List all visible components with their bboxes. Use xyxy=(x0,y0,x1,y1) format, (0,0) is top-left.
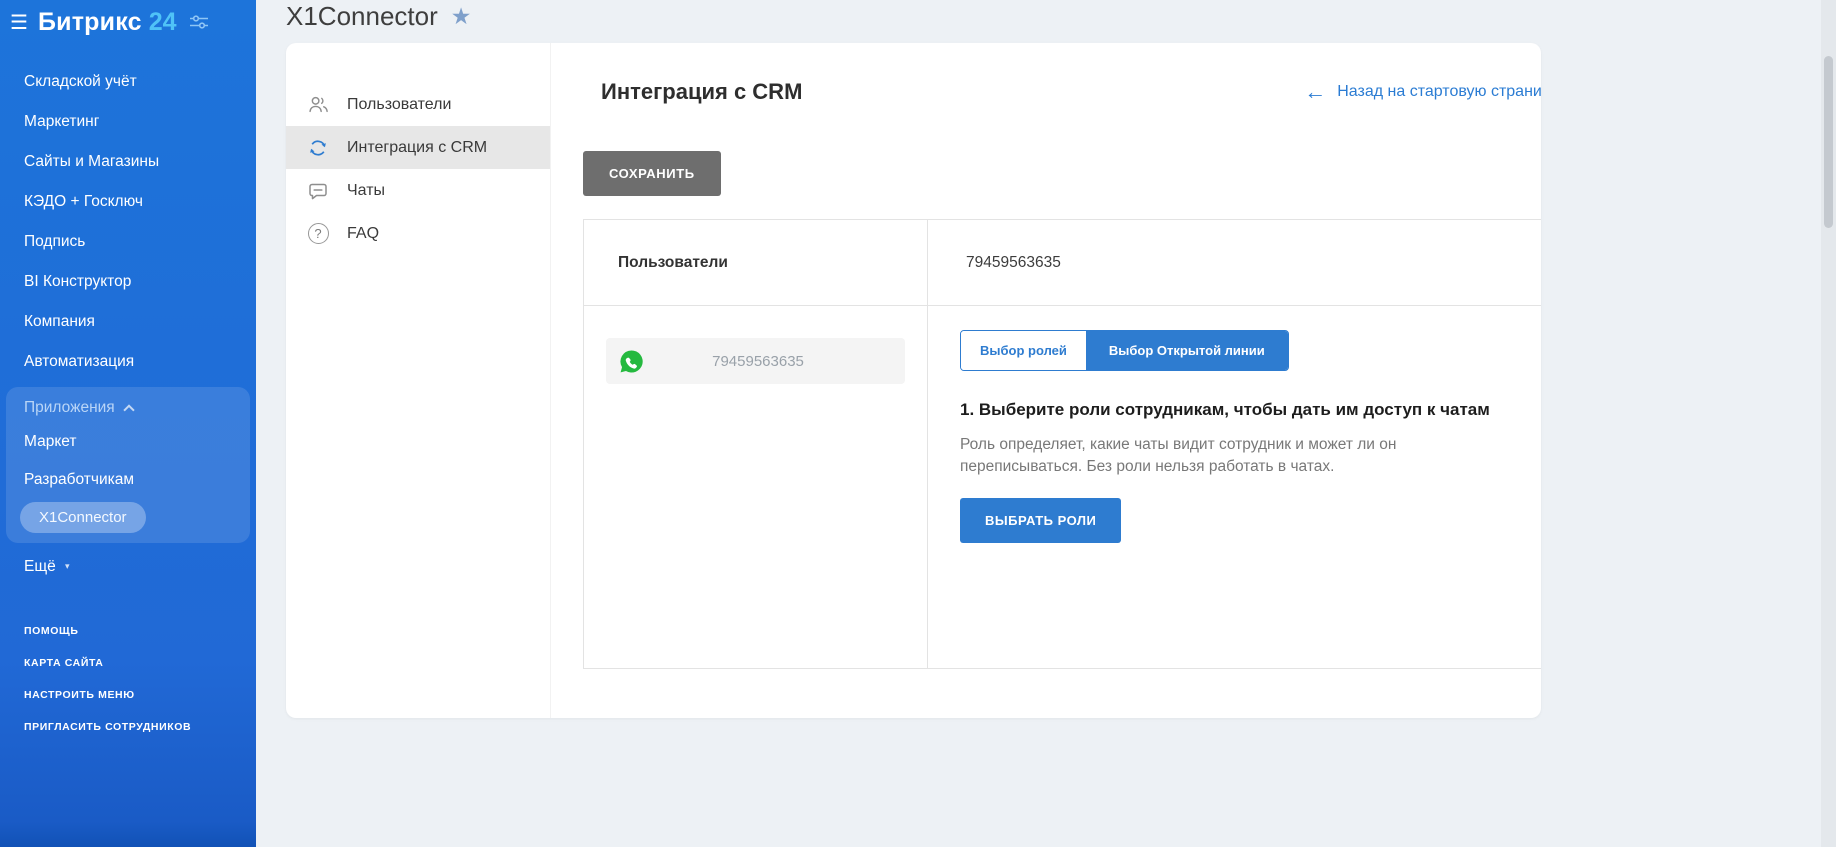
main-area: X1Connector ★ Пользователи xyxy=(256,0,1836,847)
sidebar-item-crm[interactable]: CRM xyxy=(0,47,256,61)
footer-link-invite-employees[interactable]: ПРИГЛАСИТЬ СОТРУДНИКОВ xyxy=(0,711,256,743)
sidebar-item-developers[interactable]: Разработчикам xyxy=(6,461,250,499)
selected-phone-header: 79459563635 xyxy=(928,220,1541,306)
sidebar-item-market[interactable]: Маркет xyxy=(6,423,250,461)
sidebar-item-automation[interactable]: Автоматизация xyxy=(0,341,256,381)
sidebar-item-company[interactable]: Компания xyxy=(0,301,256,341)
favorite-star-icon[interactable]: ★ xyxy=(451,3,472,30)
tab-crm-integration-label: Интеграция с CRM xyxy=(347,139,487,157)
save-button[interactable]: СОХРАНИТЬ xyxy=(583,151,721,196)
sidebar-item-x1connector[interactable]: X1Connector xyxy=(20,502,146,533)
roles-tabs: Выбор ролей Выбор Открытой линии xyxy=(960,330,1289,371)
step-title: 1. Выберите роли сотрудникам, чтобы дать… xyxy=(960,399,1508,422)
back-link-label: Назад на стартовую страницу xyxy=(1337,83,1541,101)
users-list-cell: 79459563635 xyxy=(584,306,928,668)
question-mark-glyph: ? xyxy=(308,223,329,244)
caret-down-icon: ▾ xyxy=(65,561,70,571)
chevron-up-icon xyxy=(123,404,134,415)
sidebar-item-apps[interactable]: Приложения xyxy=(6,389,250,423)
sidebar: ☰ Битрикс 24 CRM Складской учёт Маркетин… xyxy=(0,0,256,847)
sidebar-item-more[interactable]: Ещё ▾ xyxy=(0,545,256,589)
settings-cell: Выбор ролей Выбор Открытой линии 1. Выбе… xyxy=(928,306,1541,668)
sidebar-item-warehouse[interactable]: Складской учёт xyxy=(0,61,256,101)
tab-select-roles[interactable]: Выбор ролей xyxy=(961,331,1086,370)
question-icon: ? xyxy=(306,222,330,246)
apps-group-label: Приложения xyxy=(24,399,115,417)
tab-crm-integration[interactable]: Интеграция с CRM xyxy=(286,126,550,169)
tab-users[interactable]: Пользователи xyxy=(286,83,550,126)
content-header: Интеграция с CRM ← Назад на стартовую ст… xyxy=(583,79,1541,105)
app-inner-nav: Пользователи Интеграция с CRM xyxy=(286,43,551,718)
app-card: Пользователи Интеграция с CRM xyxy=(286,43,1541,718)
hamburger-menu-icon[interactable]: ☰ xyxy=(10,10,38,35)
brand-logo[interactable]: Битрикс xyxy=(38,8,142,37)
users-table: Пользователи 79459563635 79459563635 xyxy=(583,219,1541,669)
footer-link-help[interactable]: ПОМОЩЬ xyxy=(0,615,256,647)
sidebar-footer-links: ПОМОЩЬ КАРТА САЙТА НАСТРОИТЬ МЕНЮ ПРИГЛА… xyxy=(0,615,256,743)
tab-chats[interactable]: Чаты xyxy=(286,169,550,212)
footer-link-sitemap[interactable]: КАРТА САЙТА xyxy=(0,647,256,679)
tab-chats-label: Чаты xyxy=(347,182,385,200)
sidebar-item-marketing[interactable]: Маркетинг xyxy=(0,101,256,141)
page-title: X1Connector xyxy=(286,1,438,32)
footer-link-configure-menu[interactable]: НАСТРОИТЬ МЕНЮ xyxy=(0,679,256,711)
users-column-header: Пользователи xyxy=(584,220,928,306)
step-description: Роль определяет, какие чаты видит сотруд… xyxy=(960,434,1518,478)
users-icon xyxy=(306,93,330,117)
sliders-icon[interactable] xyxy=(189,15,209,34)
sidebar-item-sign[interactable]: Подпись xyxy=(0,221,256,261)
sidebar-item-kedo[interactable]: КЭДО + Госключ xyxy=(0,181,256,221)
scrollbar-thumb[interactable] xyxy=(1824,56,1833,228)
sidebar-item-sites[interactable]: Сайты и Магазины xyxy=(0,141,256,181)
sync-icon xyxy=(306,136,330,160)
content-title: Интеграция с CRM xyxy=(601,79,802,105)
app-root: ☰ Битрикс 24 CRM Складской учёт Маркетин… xyxy=(0,0,1836,847)
sidebar-menu: CRM Складской учёт Маркетинг Сайты и Маг… xyxy=(0,47,256,589)
whatsapp-icon xyxy=(618,348,645,375)
tab-faq[interactable]: ? FAQ xyxy=(286,212,550,255)
back-arrow-icon: ← xyxy=(1304,81,1326,103)
page-header: X1Connector ★ xyxy=(286,0,1836,43)
back-to-start-link[interactable]: ← Назад на стартовую страницу xyxy=(1304,81,1541,103)
brand-logo-number: 24 xyxy=(149,8,177,37)
tab-faq-label: FAQ xyxy=(347,225,379,243)
logo-row: ☰ Битрикс 24 xyxy=(0,0,256,47)
sidebar-item-bi[interactable]: BI Конструктор xyxy=(0,261,256,301)
content-panel: Интеграция с CRM ← Назад на стартовую ст… xyxy=(551,43,1541,718)
apps-group: Приложения Маркет Разработчикам X1Connec… xyxy=(6,387,250,543)
more-label: Ещё xyxy=(24,558,56,575)
whatsapp-user-chip[interactable]: 79459563635 xyxy=(606,338,905,384)
chat-icon xyxy=(306,179,330,203)
tab-select-open-line[interactable]: Выбор Открытой линии xyxy=(1086,331,1288,370)
select-roles-button[interactable]: ВЫБРАТЬ РОЛИ xyxy=(960,498,1121,543)
tab-users-label: Пользователи xyxy=(347,96,451,114)
chip-phone-number: 79459563635 xyxy=(645,353,893,370)
